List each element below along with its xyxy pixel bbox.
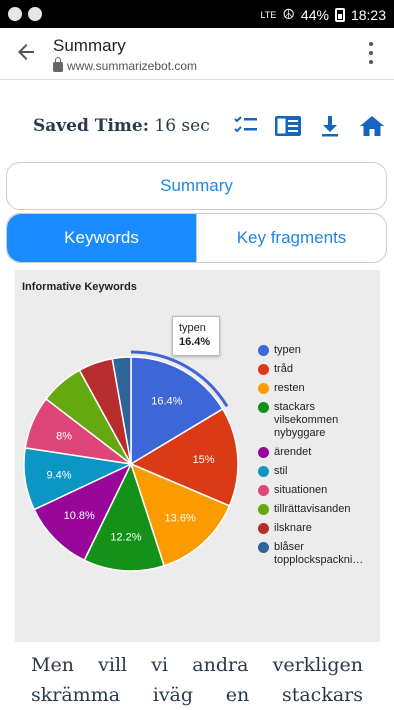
legend-label: tråd [274, 363, 293, 375]
legend-label: stackars vilsekommen nybyggare [274, 401, 339, 439]
home-icon[interactable] [358, 114, 386, 138]
back-arrow-icon[interactable] [14, 40, 38, 64]
spotify-icon [28, 7, 42, 21]
pie-label-3: 12.2% [110, 532, 141, 544]
legend-item[interactable]: tillrättavisanden [258, 503, 378, 516]
chart-tooltip: typen 16.4% [172, 316, 220, 356]
pie-label-1: 15% [193, 454, 215, 466]
legend-item[interactable]: ilsknare [258, 522, 378, 535]
legend-label: blåser topplockspackni… [274, 541, 364, 566]
tab-bar: Keywords Key fragments [6, 213, 387, 263]
legend-item[interactable]: blåser topplockspackni… [258, 541, 378, 567]
saved-time-value: 16 sec [154, 116, 210, 136]
pie-label-0: 16.4% [151, 396, 182, 408]
legend-swatch [258, 466, 269, 477]
photos-notification-icon [8, 7, 22, 21]
battery-percent: 44% [300, 6, 329, 23]
pie-label-6: 8% [56, 431, 72, 443]
tab-keywords[interactable]: Keywords [7, 214, 196, 262]
legend-swatch [258, 383, 269, 394]
system-status: LTE ☮ 44% 18:23 [261, 6, 386, 23]
legend-item[interactable]: ärendet [258, 446, 378, 459]
app-bar: Summary www.summarizebot.com [0, 28, 394, 80]
status-bar: LTE ☮ 44% 18:23 [0, 0, 394, 28]
legend-swatch [258, 523, 269, 534]
tooltip-label: typen [179, 322, 206, 334]
checklist-icon[interactable] [232, 114, 260, 138]
summary-text: Men vill vi andra verkligen skrämma iväg… [31, 654, 363, 706]
legend-item[interactable]: tråd [258, 363, 378, 376]
network-label: LTE [260, 9, 277, 20]
tooltip-value: 16.4% [179, 336, 211, 348]
keywords-chart: Informative Keywords 16.4% 15% 13.6% 12.2% 1… [15, 270, 380, 642]
legend-swatch [258, 364, 269, 375]
saved-time-label: Saved Time: [33, 116, 149, 136]
page-url: www.summarizebot.com [53, 57, 198, 73]
reader-view-icon[interactable] [274, 114, 302, 138]
legend-swatch [258, 542, 269, 553]
legend-label: tillrättavisanden [274, 503, 351, 515]
legend-item[interactable]: stackars vilsekommen nybyggare [258, 401, 378, 440]
legend-label: resten [274, 382, 305, 394]
legend-label: ilsknare [274, 522, 312, 534]
legend-item[interactable]: stil [258, 465, 378, 478]
legend-item[interactable]: resten [258, 382, 378, 395]
url-text: www.summarizebot.com [67, 59, 198, 73]
summary-button[interactable]: Summary [6, 162, 387, 210]
legend-swatch [258, 402, 269, 413]
toolbar [232, 114, 386, 138]
overflow-menu-icon[interactable] [368, 42, 374, 64]
clock: 18:23 [350, 6, 386, 23]
pie-label-2: 13.6% [165, 513, 196, 525]
legend-item[interactable]: typen [258, 344, 378, 357]
legend-item[interactable]: situationen [258, 484, 378, 497]
legend-label: situationen [274, 484, 328, 496]
lock-icon [53, 57, 63, 72]
battery-icon [334, 7, 345, 22]
tab-key-fragments[interactable]: Key fragments [196, 214, 386, 262]
legend-label: stil [274, 465, 288, 477]
legend-swatch [258, 447, 269, 458]
download-icon[interactable] [316, 114, 344, 138]
notification-icons [8, 7, 42, 21]
legend-swatch [258, 504, 269, 515]
legend-swatch [258, 345, 269, 356]
saved-time: Saved Time: 16 sec [33, 116, 210, 136]
chart-legend: typen tråd resten stackars vilsekommen nyby… [258, 344, 378, 573]
legend-swatch [258, 485, 269, 496]
legend-label: typen [274, 344, 301, 356]
pie-label-4: 10.8% [64, 510, 95, 522]
page-title: Summary [53, 36, 126, 55]
legend-label: ärendet [274, 446, 312, 458]
wifi-icon: ☮ [282, 6, 295, 22]
pie-label-5: 9.4% [46, 469, 71, 481]
